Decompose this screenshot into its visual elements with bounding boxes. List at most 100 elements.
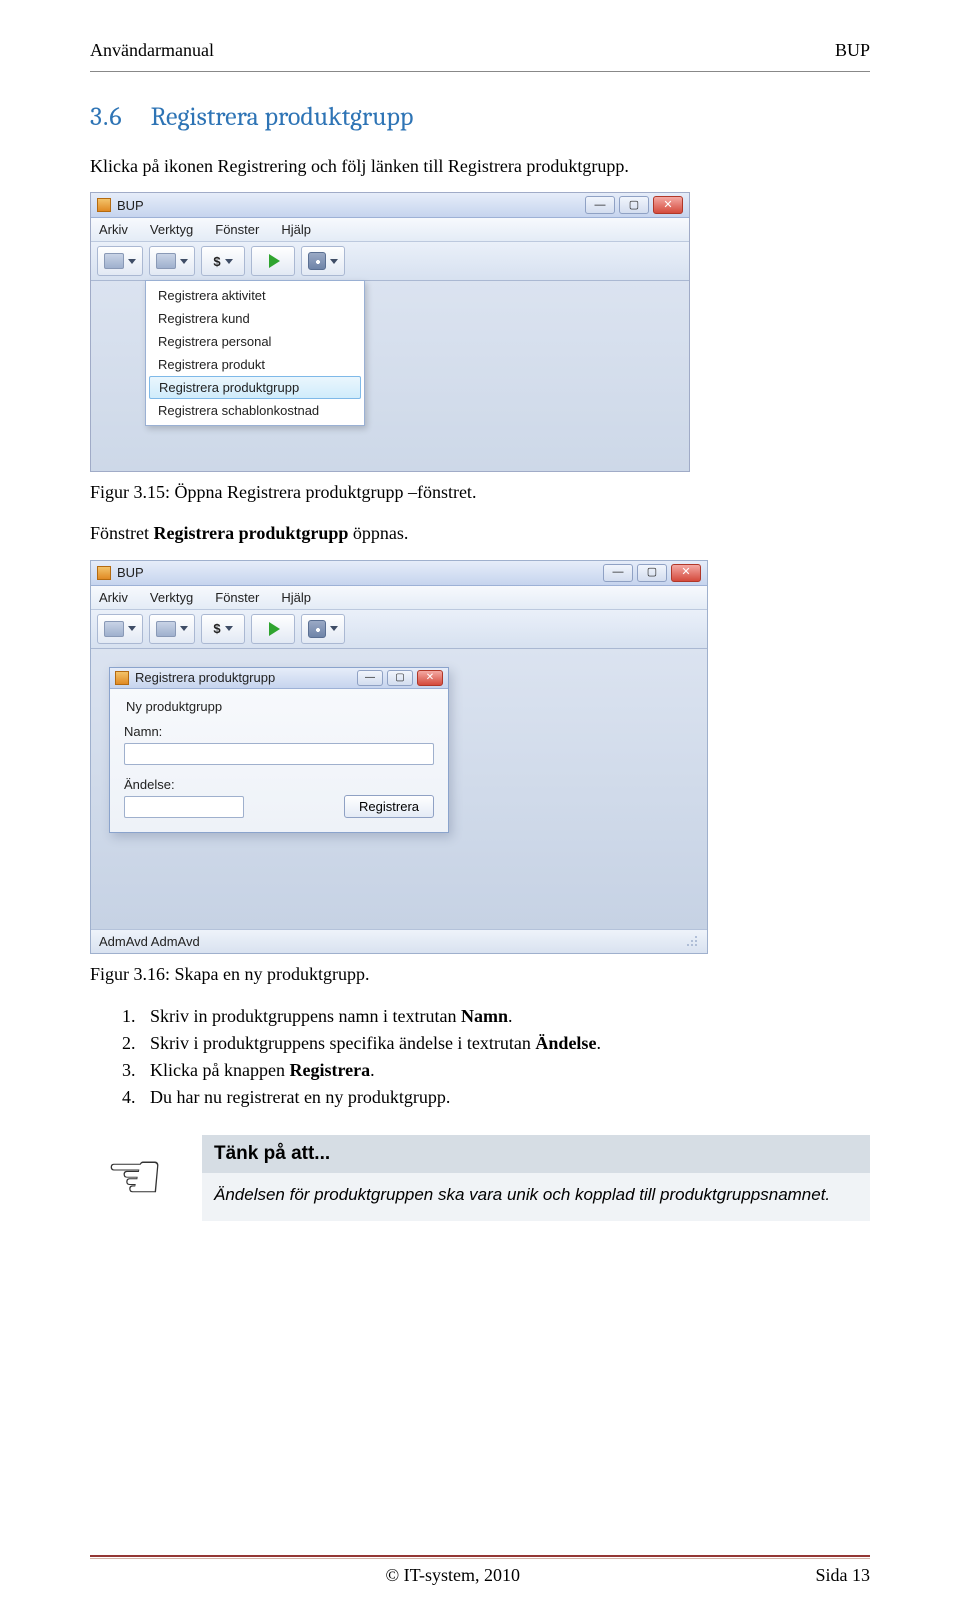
register-dropdown: Registrera aktivitet Registrera kund Reg… bbox=[145, 280, 365, 426]
screenshot-open-menu: BUP — ▢ ✕ Arkiv Verktyg Fönster Hjälp $ … bbox=[90, 192, 690, 472]
toolbar-button-play[interactable] bbox=[251, 246, 295, 276]
modal-icon bbox=[115, 671, 129, 685]
document-icon bbox=[156, 621, 176, 637]
menu-arkiv[interactable]: Arkiv bbox=[99, 590, 128, 605]
register-icon bbox=[104, 621, 124, 637]
callout-icon-wrap: ☞ bbox=[90, 1135, 180, 1222]
app-titlebar: BUP — ▢ ✕ bbox=[91, 193, 689, 218]
toolbar-button-2[interactable] bbox=[149, 614, 195, 644]
app-icon bbox=[97, 198, 111, 212]
play-icon bbox=[269, 254, 280, 268]
toolbar-button-save[interactable] bbox=[301, 614, 345, 644]
pointing-hand-icon: ☞ bbox=[105, 1145, 164, 1211]
section-title: Registrera produktgrupp bbox=[151, 102, 414, 132]
callout-title: Tänk på att... bbox=[202, 1135, 870, 1173]
registrera-button[interactable]: Registrera bbox=[344, 795, 434, 818]
toolbar-button-play[interactable] bbox=[251, 614, 295, 644]
menu-hjalp[interactable]: Hjälp bbox=[281, 222, 311, 237]
chevron-down-icon bbox=[180, 259, 188, 264]
chevron-down-icon bbox=[330, 626, 338, 631]
modal-body: Ny produktgrupp Namn: Ändelse: Registrer… bbox=[110, 689, 448, 832]
app-titlebar-2: BUP — ▢ ✕ bbox=[91, 561, 707, 586]
section-number: 3.6 bbox=[90, 102, 123, 132]
footer-page: Sida 13 bbox=[815, 1565, 870, 1586]
after-fig1-prefix: Fönstret bbox=[90, 523, 154, 543]
app-client-area-2: Registrera produktgrupp — ▢ ✕ Ny produkt… bbox=[91, 649, 707, 929]
footer-center: © IT-system, 2010 bbox=[385, 1565, 520, 1586]
dropdown-item-produkt[interactable]: Registrera produkt bbox=[148, 353, 362, 376]
dropdown-item-kund[interactable]: Registrera kund bbox=[148, 307, 362, 330]
after-fig1-paragraph: Fönstret Registrera produktgrupp öppnas. bbox=[90, 521, 870, 545]
step-1: Skriv in produktgruppens namn i textruta… bbox=[140, 1003, 870, 1030]
close-button[interactable]: ✕ bbox=[671, 564, 701, 582]
app-title: BUP bbox=[117, 198, 585, 213]
dollar-icon: $ bbox=[213, 621, 220, 636]
modal-close-button[interactable]: ✕ bbox=[417, 670, 443, 686]
menu-fonster[interactable]: Fönster bbox=[215, 590, 259, 605]
steps-list: Skriv in produktgruppens namn i textruta… bbox=[90, 1003, 870, 1111]
intro-paragraph: Klicka på ikonen Registrering och följ l… bbox=[90, 154, 870, 178]
group-title: Ny produktgrupp bbox=[124, 699, 434, 714]
play-icon bbox=[269, 622, 280, 636]
modal-titlebar: Registrera produktgrupp — ▢ ✕ bbox=[110, 668, 448, 689]
after-fig1-suffix: öppnas. bbox=[348, 523, 408, 543]
namn-input[interactable] bbox=[124, 743, 434, 765]
toolbar-button-1[interactable] bbox=[97, 246, 143, 276]
modal-minimize-button[interactable]: — bbox=[357, 670, 383, 686]
modal-title: Registrera produktgrupp bbox=[135, 670, 357, 685]
dropdown-item-produktgrupp[interactable]: Registrera produktgrupp bbox=[149, 376, 361, 399]
figure2-caption: Figur 3.16: Skapa en ny produktgrupp. bbox=[90, 964, 870, 985]
maximize-button[interactable]: ▢ bbox=[637, 564, 667, 582]
statusbar: AdmAvd AdmAvd bbox=[91, 929, 707, 953]
after-fig1-bold: Registrera produktgrupp bbox=[154, 523, 349, 543]
label-namn: Namn: bbox=[124, 724, 434, 739]
dropdown-item-aktivitet[interactable]: Registrera aktivitet bbox=[148, 284, 362, 307]
menu-verktyg[interactable]: Verktyg bbox=[150, 222, 193, 237]
callout-body: Ändelsen för produktgruppen ska vara uni… bbox=[202, 1173, 870, 1222]
menu-arkiv[interactable]: Arkiv bbox=[99, 222, 128, 237]
document-icon bbox=[156, 253, 176, 269]
screenshot-modal: BUP — ▢ ✕ Arkiv Verktyg Fönster Hjälp $ … bbox=[90, 560, 708, 954]
disk-icon bbox=[308, 620, 326, 638]
header-right: BUP bbox=[835, 40, 870, 61]
chevron-down-icon bbox=[180, 626, 188, 631]
app-client-area: Registrera aktivitet Registrera kund Reg… bbox=[91, 281, 689, 471]
toolbar-button-2[interactable] bbox=[149, 246, 195, 276]
toolbar-button-save[interactable] bbox=[301, 246, 345, 276]
toolbar-button-dollar[interactable]: $ bbox=[201, 246, 245, 276]
chevron-down-icon bbox=[330, 259, 338, 264]
menubar-2: Arkiv Verktyg Fönster Hjälp bbox=[91, 586, 707, 610]
footer-rule-bottom bbox=[90, 1558, 870, 1559]
figure1-caption: Figur 3.15: Öppna Registrera produktgrup… bbox=[90, 482, 870, 503]
menu-verktyg[interactable]: Verktyg bbox=[150, 590, 193, 605]
dollar-icon: $ bbox=[213, 254, 220, 269]
toolbar-2: $ bbox=[91, 610, 707, 649]
section-heading: 3.6 Registrera produktgrupp bbox=[90, 102, 870, 132]
menu-fonster[interactable]: Fönster bbox=[215, 222, 259, 237]
andelse-input[interactable] bbox=[124, 796, 244, 818]
dropdown-item-personal[interactable]: Registrera personal bbox=[148, 330, 362, 353]
toolbar-button-dollar[interactable]: $ bbox=[201, 614, 245, 644]
close-button[interactable]: ✕ bbox=[653, 196, 683, 214]
disk-icon bbox=[308, 252, 326, 270]
register-icon bbox=[104, 253, 124, 269]
app-title-2: BUP bbox=[117, 565, 603, 580]
dropdown-item-schablonkostnad[interactable]: Registrera schablonkostnad bbox=[148, 399, 362, 422]
toolbar: $ bbox=[91, 242, 689, 281]
step-2: Skriv i produktgruppens specifika ändels… bbox=[140, 1030, 870, 1057]
chevron-down-icon bbox=[128, 259, 136, 264]
menubar: Arkiv Verktyg Fönster Hjälp bbox=[91, 218, 689, 242]
minimize-button[interactable]: — bbox=[585, 196, 615, 214]
maximize-button[interactable]: ▢ bbox=[619, 196, 649, 214]
header-rule bbox=[90, 71, 870, 72]
chevron-down-icon bbox=[128, 626, 136, 631]
label-andelse: Ändelse: bbox=[124, 777, 244, 792]
footer-rule-top bbox=[90, 1555, 870, 1557]
callout: ☞ Tänk på att... Ändelsen för produktgru… bbox=[90, 1135, 870, 1222]
toolbar-button-1[interactable] bbox=[97, 614, 143, 644]
menu-hjalp[interactable]: Hjälp bbox=[281, 590, 311, 605]
resize-grip-icon[interactable] bbox=[685, 934, 699, 948]
status-text: AdmAvd AdmAvd bbox=[99, 934, 200, 949]
minimize-button[interactable]: — bbox=[603, 564, 633, 582]
modal-maximize-button[interactable]: ▢ bbox=[387, 670, 413, 686]
